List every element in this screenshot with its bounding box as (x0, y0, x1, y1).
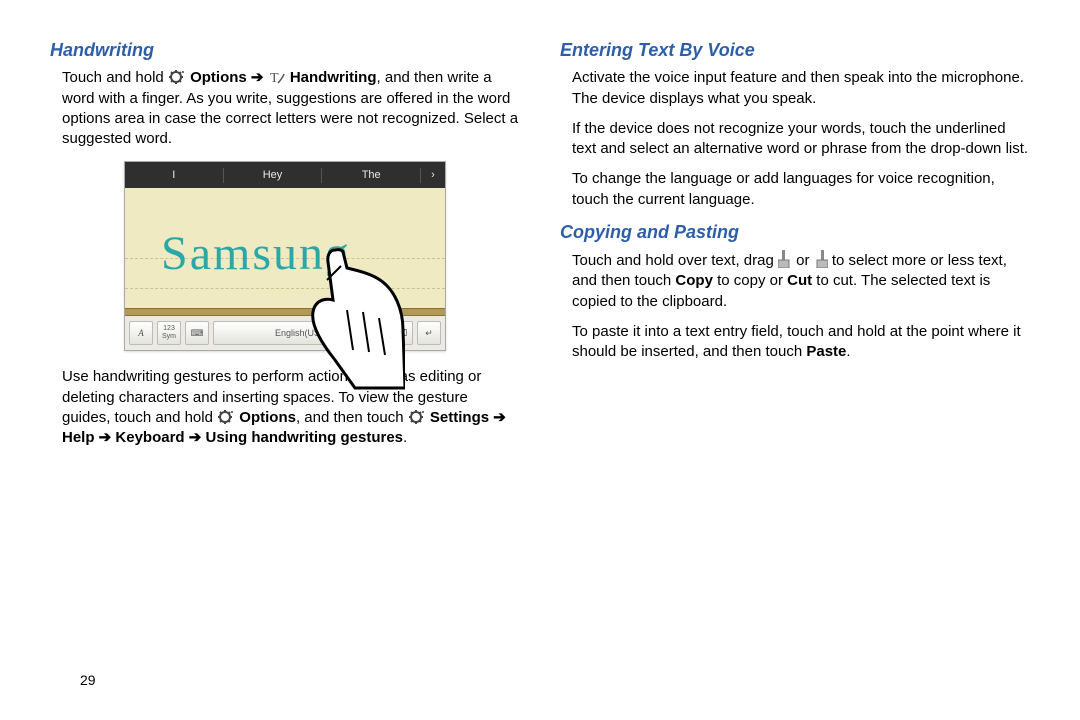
gear-icon (217, 409, 235, 425)
keyboard-icon: ⌨ (185, 321, 209, 345)
text-handwriting: Handwriting (290, 69, 377, 86)
key-a: A (129, 321, 153, 345)
voice-p1: Activate the voice input feature and the… (572, 68, 1030, 109)
handwriting-intro: Touch and hold Options ➔ T Handwriting, … (62, 68, 520, 149)
selection-handle-left-icon (778, 250, 792, 268)
page-number: 29 (80, 671, 96, 690)
handwritten-word: Samsung (161, 222, 351, 287)
suggestion-1: I (125, 168, 224, 183)
text: To paste it into a text entry field, tou… (572, 323, 1021, 360)
voice-p3: To change the language or add languages … (572, 169, 1030, 210)
backspace-icon: ⌫ (389, 321, 413, 345)
suggestion-2: Hey (224, 168, 323, 183)
text: Touch and hold over text, drag (572, 252, 778, 269)
handwriting-gestures: Use handwriting gestures to perform acti… (62, 367, 520, 448)
text-copy: Copy (675, 272, 713, 289)
text: or (796, 252, 814, 269)
svg-text:T: T (270, 71, 279, 85)
gear-icon (168, 69, 186, 85)
gear-icon (408, 409, 426, 425)
suggestion-bar: I Hey The › (125, 162, 445, 188)
handwriting-demo-image: I Hey The › Samsung A 123 Sym ⌨ English(… (124, 161, 446, 351)
copy-p1: Touch and hold over text, drag or to sel… (572, 250, 1030, 312)
text: . (403, 429, 407, 446)
text-cut: Cut (787, 272, 812, 289)
text: to copy or (713, 272, 787, 289)
text-options2: Options (239, 409, 296, 426)
right-column: Entering Text By Voice Activate the voic… (560, 38, 1030, 682)
text: Touch and hold (62, 69, 168, 86)
text: , and then touch (296, 409, 408, 426)
key-language: English(US) (213, 321, 385, 345)
chevron-right-icon: › (421, 168, 445, 183)
divider (125, 308, 445, 316)
key-sym: 123 Sym (157, 321, 181, 345)
keyboard-row: A 123 Sym ⌨ English(US) ⌫ ↵ (125, 316, 445, 350)
suggestion-3: The (322, 168, 421, 183)
heading-copy-paste: Copying and Pasting (560, 220, 1030, 244)
copy-p2: To paste it into a text entry field, tou… (572, 322, 1030, 363)
selection-handle-right-icon (814, 250, 828, 268)
heading-voice: Entering Text By Voice (560, 38, 1030, 62)
text: . (846, 343, 850, 360)
text-paste: Paste (806, 343, 846, 360)
t-handwriting-icon: T (268, 69, 286, 85)
voice-p2: If the device does not recognize your wo… (572, 119, 1030, 160)
left-column: Handwriting Touch and hold Options ➔ T H… (50, 38, 520, 682)
enter-icon: ↵ (417, 321, 441, 345)
heading-handwriting: Handwriting (50, 38, 520, 62)
text-options: Options ➔ (190, 69, 268, 86)
handwriting-canvas: Samsung (125, 188, 445, 308)
